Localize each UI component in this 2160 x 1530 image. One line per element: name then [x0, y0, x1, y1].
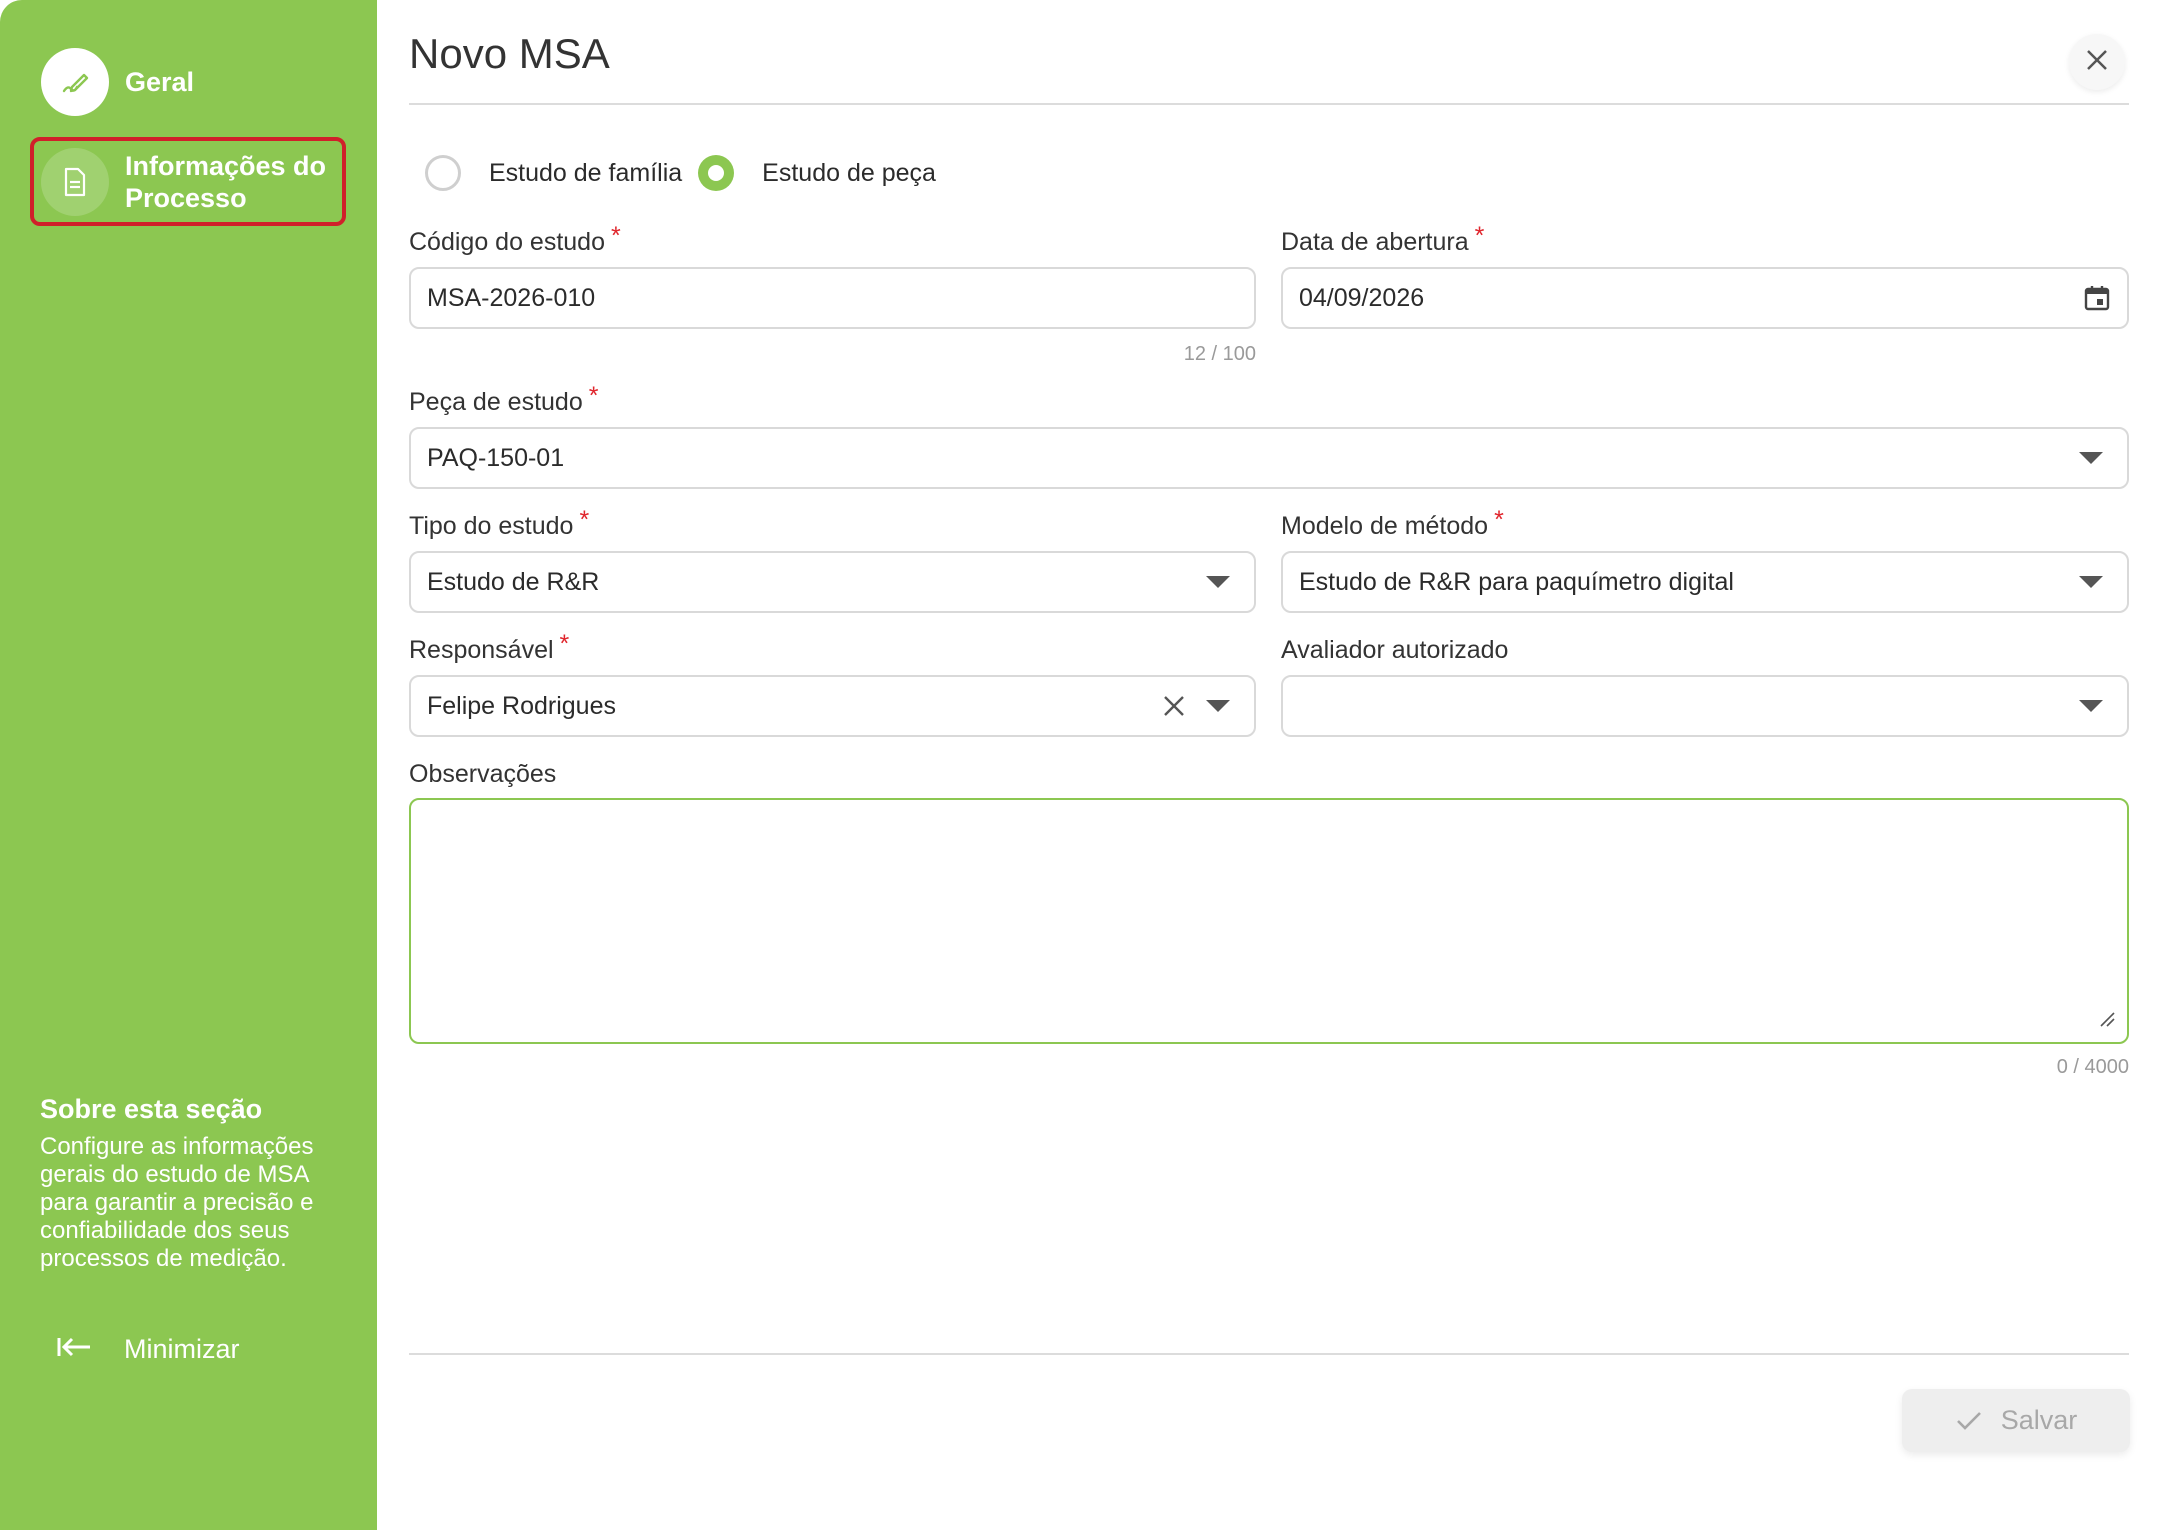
study-type-radio-group: Estudo de família Estudo de peça: [425, 155, 952, 191]
radio-estudo-peca-label: Estudo de peça: [762, 158, 936, 187]
minimize-button[interactable]: Minimizar: [56, 1334, 240, 1365]
collapse-left-icon: [56, 1335, 92, 1364]
peca-label: Peça de estudo *: [409, 382, 599, 416]
save-button[interactable]: Salvar: [1902, 1389, 2130, 1452]
avaliador-label: Avaliador autorizado: [1281, 636, 1509, 664]
page-title: Novo MSA: [409, 30, 610, 77]
document-icon: [41, 148, 109, 216]
header-divider: [409, 103, 2129, 105]
about-section: Sobre esta seção Configure as informaçõe…: [40, 1094, 340, 1273]
radio-estudo-familia[interactable]: [425, 155, 461, 191]
footer-divider: [409, 1353, 2129, 1355]
pencil-wave-icon: [41, 48, 109, 116]
responsavel-label: Responsável *: [409, 630, 570, 664]
codigo-counter: 12 / 100: [1183, 343, 1256, 365]
close-icon: [2085, 48, 2109, 77]
about-text: Configure as informações gerais do estud…: [40, 1133, 314, 1272]
chevron-down-icon: [2079, 700, 2103, 712]
codigo-label: Código do estudo *: [409, 222, 621, 256]
modelo-select[interactable]: Estudo de R&R para paquímetro digital: [1281, 551, 2129, 613]
responsavel-select[interactable]: Felipe Rodrigues: [409, 675, 1256, 737]
chevron-down-icon: [1206, 576, 1230, 588]
data-label: Data de abertura *: [1281, 222, 1485, 256]
observacoes-counter: 0 / 4000: [2056, 1056, 2129, 1078]
data-input[interactable]: 04/09/2026: [1281, 267, 2129, 329]
radio-estudo-familia-label: Estudo de família: [489, 158, 683, 187]
tipo-label: Tipo do estudo *: [409, 506, 590, 540]
sidebar-step-geral[interactable]: Geral: [41, 48, 194, 116]
about-title: Sobre esta seção: [40, 1094, 263, 1124]
chevron-down-icon: [1206, 700, 1230, 712]
modelo-label: Modelo de método *: [1281, 506, 1504, 540]
observacoes-label: Observações: [409, 760, 557, 788]
dialog: Novo MSA Estudo de família Estudo de peç…: [409, 0, 2130, 1530]
observacoes-textarea[interactable]: [409, 798, 2129, 1044]
check-icon: [1955, 1410, 1983, 1432]
sidebar-step-informacoes-label: Informações do Processo: [125, 151, 327, 213]
minimize-label: Minimizar: [124, 1334, 240, 1364]
sidebar-step-geral-label: Geral: [125, 67, 195, 97]
sidebar-step-informacoes[interactable]: Informações do Processo: [41, 148, 337, 216]
radio-estudo-peca[interactable]: [698, 155, 735, 191]
tipo-select[interactable]: Estudo de R&R: [409, 551, 1256, 613]
avaliador-select[interactable]: [1281, 675, 2129, 737]
close-button[interactable]: [2069, 34, 2125, 90]
save-label: Salvar: [2000, 1405, 2078, 1435]
resize-handle-icon[interactable]: [2099, 1011, 2115, 1032]
chevron-down-icon: [2079, 452, 2103, 464]
clear-icon[interactable]: [1162, 694, 1186, 718]
codigo-input[interactable]: MSA-2026-010: [409, 267, 1256, 329]
chevron-down-icon: [2079, 576, 2103, 588]
sidebar: Geral Informações do Processo Sobre esta…: [0, 0, 377, 1530]
calendar-icon[interactable]: [2083, 284, 2111, 312]
peca-select[interactable]: PAQ-150-01: [409, 427, 2129, 489]
